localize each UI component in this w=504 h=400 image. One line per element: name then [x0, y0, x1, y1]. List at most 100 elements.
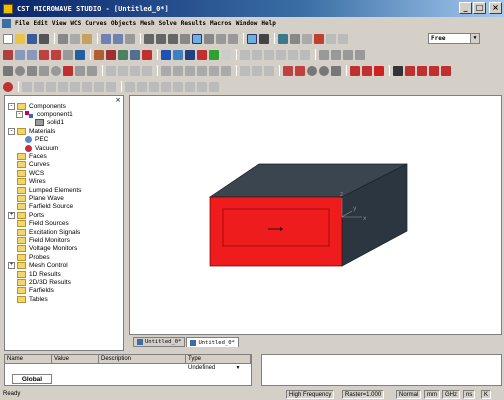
mesh-control-icon[interactable]	[173, 49, 183, 60]
tree-item-materials[interactable]: Materials	[17, 127, 55, 135]
tree-item-wcs[interactable]: WCS	[17, 169, 44, 177]
pan-view-icon[interactable]	[156, 33, 166, 44]
info-icon[interactable]	[355, 49, 365, 60]
brick-icon[interactable]	[3, 65, 13, 76]
circle-icon[interactable]	[307, 65, 317, 76]
maximize-button[interactable]: □	[473, 2, 486, 14]
tree-item-component1[interactable]: component1	[25, 110, 73, 118]
transform-icon[interactable]	[161, 65, 171, 76]
zoom-icon[interactable]	[204, 33, 214, 44]
scale-icon[interactable]	[185, 65, 195, 76]
align-wcs-icon[interactable]	[429, 65, 439, 76]
farfield-icon[interactable]	[276, 49, 286, 60]
tree-item-ports[interactable]: Ports	[17, 211, 44, 219]
minimize-button[interactable]: _	[459, 2, 472, 14]
tree-item-plane-wave[interactable]: Plane Wave	[17, 194, 64, 202]
rotate-view-icon[interactable]	[144, 33, 154, 44]
pick-edge-icon[interactable]	[252, 65, 262, 76]
tab-global[interactable]: Global	[12, 374, 52, 384]
cone-icon[interactable]	[39, 65, 49, 76]
rectangle-icon[interactable]	[331, 65, 341, 76]
menu-macros[interactable]: Macros	[208, 20, 234, 27]
menu-solve[interactable]: Solve	[157, 20, 179, 27]
collapse-icon[interactable]: -	[8, 102, 15, 110]
background-icon[interactable]	[39, 49, 49, 60]
trim-curve-icon[interactable]	[374, 65, 384, 76]
toggle-5-icon[interactable]	[70, 81, 80, 92]
tree-item-pec[interactable]: PEC	[25, 136, 48, 144]
result-icon[interactable]	[264, 49, 274, 60]
tree-item-field-monitors[interactable]: Field Monitors	[17, 236, 70, 244]
template-icon[interactable]	[240, 49, 250, 60]
rotate-icon[interactable]	[75, 65, 85, 76]
solver-icon[interactable]	[185, 49, 195, 60]
transparent-icon[interactable]	[302, 33, 312, 44]
toggle-10-icon[interactable]	[137, 81, 147, 92]
document-icon[interactable]	[2, 18, 11, 28]
port-icon[interactable]	[94, 49, 104, 60]
save-icon[interactable]	[27, 33, 37, 44]
open-folder-icon[interactable]	[15, 33, 25, 44]
reset-view-icon[interactable]	[228, 33, 238, 44]
working-plane-icon[interactable]	[338, 33, 348, 44]
toggle-15-icon[interactable]	[197, 81, 207, 92]
menu-view[interactable]: View	[50, 20, 68, 27]
display-icon[interactable]	[161, 49, 171, 60]
copy-icon[interactable]	[70, 33, 80, 44]
zoom-mode-icon[interactable]	[192, 33, 202, 44]
tree-item-excitation-signals[interactable]: Excitation Signals	[17, 228, 80, 236]
menu-help[interactable]: Help	[259, 20, 277, 27]
loft-icon[interactable]	[87, 65, 97, 76]
sphere-icon[interactable]	[15, 65, 25, 76]
cut-plane-icon[interactable]	[314, 33, 324, 44]
undo-icon[interactable]	[101, 33, 111, 44]
shading-icon[interactable]	[278, 33, 288, 44]
tab-untitled-0[interactable]: Untitled_0*	[133, 337, 186, 347]
tree-item-components[interactable]: Components	[17, 102, 66, 110]
collapse-icon[interactable]: -	[8, 127, 15, 135]
close-icon[interactable]: ×	[113, 96, 123, 104]
plane-wave-icon[interactable]	[130, 49, 140, 60]
pick-point-icon[interactable]	[240, 65, 250, 76]
menu-window[interactable]: Window	[234, 20, 260, 27]
move-icon[interactable]	[405, 65, 415, 76]
toggle-8-icon[interactable]	[106, 81, 116, 92]
polygon-icon[interactable]	[362, 65, 372, 76]
param-name[interactable]	[5, 364, 52, 373]
expand-icon[interactable]: +	[8, 262, 15, 270]
tree-item-1d-results[interactable]: 1D Results	[17, 270, 61, 278]
column-value[interactable]: Value	[52, 355, 99, 363]
boolean-intersect-icon[interactable]	[130, 65, 140, 76]
shell-icon[interactable]	[221, 65, 231, 76]
tree-item-farfields[interactable]: Farfields	[17, 287, 54, 295]
tree-item-tables[interactable]: Tables	[17, 295, 48, 303]
local-wcs-icon[interactable]	[441, 65, 451, 76]
extrude-icon[interactable]	[63, 65, 73, 76]
menu-wcs[interactable]: WCS	[68, 20, 83, 27]
print-icon[interactable]	[39, 33, 49, 44]
menu-objects[interactable]: Objects	[109, 20, 138, 27]
cut-icon[interactable]	[58, 33, 68, 44]
plot-icon[interactable]	[288, 49, 298, 60]
3d-viewport[interactable]: z x y	[129, 95, 502, 335]
torus-icon[interactable]	[51, 65, 61, 76]
toggle-7-icon[interactable]	[94, 81, 104, 92]
toggle-6-icon[interactable]	[82, 81, 92, 92]
menu-mesh[interactable]: Mesh	[138, 20, 156, 27]
fit-view-icon[interactable]	[216, 33, 226, 44]
tree-item-faces[interactable]: Faces	[17, 152, 47, 160]
tree-item-mesh-control[interactable]: Mesh Control	[17, 262, 68, 270]
tree-item-field-sources[interactable]: Field Sources	[17, 220, 69, 228]
mirror-icon[interactable]	[173, 65, 183, 76]
spline-icon[interactable]	[350, 65, 360, 76]
cylinder-icon[interactable]	[27, 65, 37, 76]
parameter-sweep-icon[interactable]	[221, 49, 231, 60]
pick-icon[interactable]	[326, 33, 336, 44]
blend-icon[interactable]	[197, 65, 207, 76]
expand-icon[interactable]: +	[8, 211, 15, 219]
mesh-view-icon[interactable]	[75, 49, 85, 60]
toggle-12-icon[interactable]	[161, 81, 171, 92]
param-type[interactable]: Undefined	[186, 364, 234, 373]
arc-icon[interactable]	[319, 65, 329, 76]
tree-item-probes[interactable]: Probes	[17, 253, 50, 261]
